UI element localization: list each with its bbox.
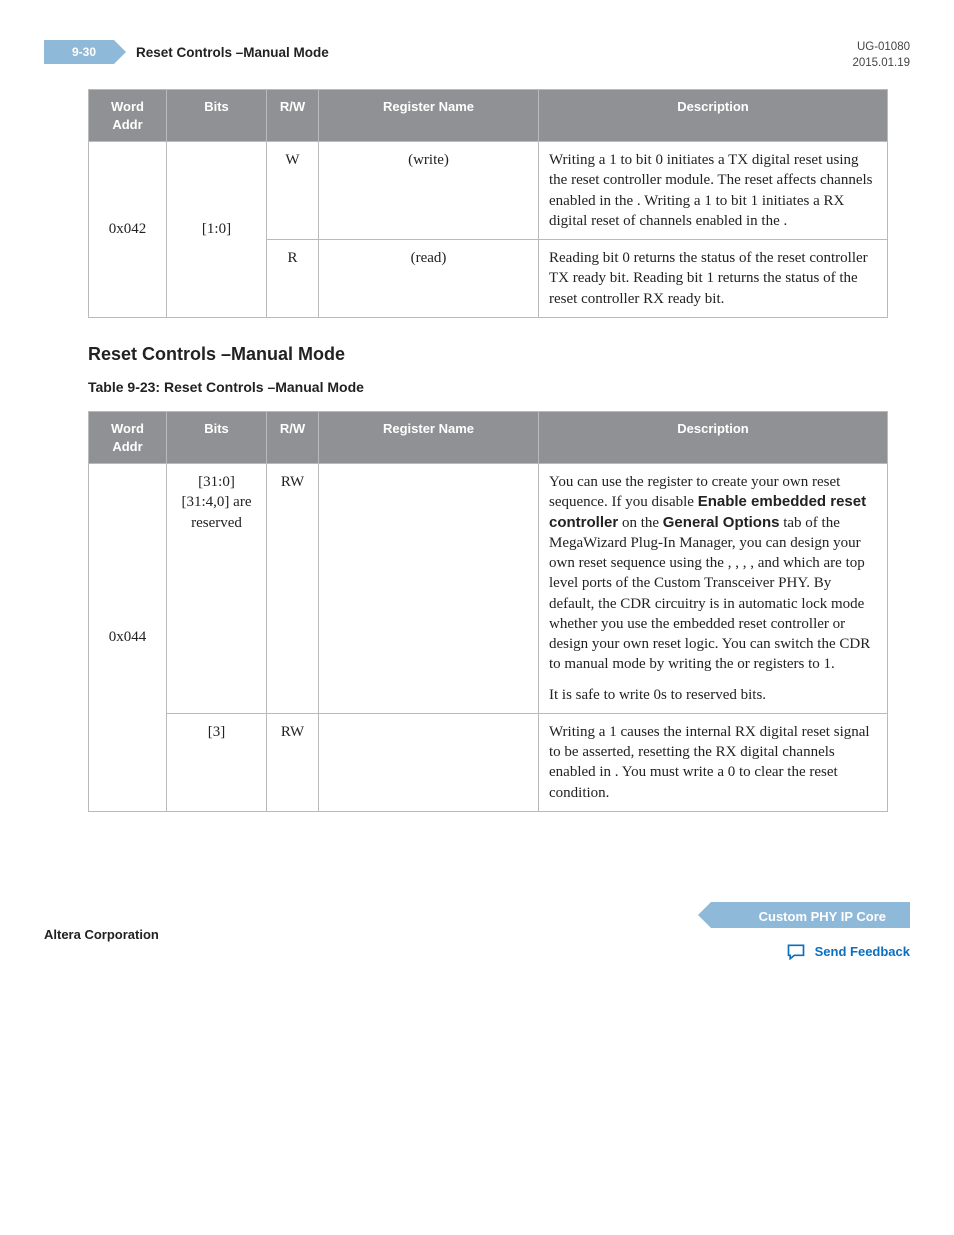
col-register-name: Register Name	[319, 90, 539, 142]
table-row: 0x042 [1:0] W (write) Writing a 1 to bit…	[89, 142, 888, 240]
table-row: 0x044 [31:0] [31:4,0] are reserved RW Yo…	[89, 464, 888, 714]
corporation-name: Altera Corporation	[44, 926, 159, 944]
col-description: Description	[539, 412, 888, 464]
section-heading: Reset Controls –Manual Mode	[88, 342, 910, 366]
cell-rw: RW	[267, 464, 319, 714]
page-header: 9-30 Reset Controls –Manual Mode UG-0108…	[44, 40, 910, 71]
col-word-addr: Word Addr	[89, 412, 167, 464]
cell-description: Writing a 1 causes the internal RX digit…	[539, 713, 888, 811]
cell-reg-name	[319, 713, 539, 811]
register-table-2: Word Addr Bits R/W Register Name Descrip…	[88, 411, 888, 812]
doc-date: 2015.01.19	[852, 56, 910, 72]
desc-text: You can use the	[549, 474, 644, 490]
cell-description: Writing a 1 to bit 0 initiates a TX digi…	[539, 142, 888, 240]
table-caption: Table 9-23: Reset Controls –Manual Mode	[88, 378, 910, 397]
cell-word-addr: 0x042	[89, 142, 167, 318]
desc-text: on the	[618, 515, 663, 531]
cell-description: You can use the register to create your …	[539, 464, 888, 714]
col-word-addr: Word Addr	[89, 90, 167, 142]
col-rw: R/W	[267, 90, 319, 142]
table-row: [3] RW Writing a 1 causes the internal R…	[89, 713, 888, 811]
cell-description: Reading bit 0 returns the status of the …	[539, 240, 888, 318]
register-table-1: Word Addr Bits R/W Register Name Descrip…	[88, 89, 888, 318]
footer-core-tab: Custom PHY IP Core	[711, 902, 910, 928]
cell-rw: RW	[267, 713, 319, 811]
cell-reg-name: (read)	[319, 240, 539, 318]
desc-safe-note: It is safe to write 0s to reserved bits.	[549, 685, 877, 705]
cell-bits: [3]	[167, 713, 267, 811]
feedback-icon	[785, 942, 807, 962]
col-rw: R/W	[267, 412, 319, 464]
feedback-label: Send Feedback	[815, 943, 910, 961]
cell-reg-name	[319, 464, 539, 714]
doc-meta: UG-01080 2015.01.19	[852, 40, 910, 71]
doc-id: UG-01080	[852, 40, 910, 56]
cell-bits: [31:0] [31:4,0] are reserved	[167, 464, 267, 714]
col-register-name: Register Name	[319, 412, 539, 464]
page-footer: Altera Corporation Custom PHY IP Core Se…	[44, 902, 910, 968]
page-number-tab: 9-30	[44, 40, 114, 64]
cell-reg-name: (write)	[319, 142, 539, 240]
desc-bold: General Options	[663, 514, 780, 531]
col-bits: Bits	[167, 90, 267, 142]
cell-bits: [1:0]	[167, 142, 267, 318]
desc-text: tab of the MegaWizard Plug-In Manager, y…	[549, 515, 870, 673]
cell-word-addr: 0x044	[89, 464, 167, 812]
col-bits: Bits	[167, 412, 267, 464]
send-feedback-link[interactable]: Send Feedback	[785, 942, 910, 962]
cell-rw: R	[267, 240, 319, 318]
header-section-title: Reset Controls –Manual Mode	[136, 40, 329, 62]
col-description: Description	[539, 90, 888, 142]
cell-rw: W	[267, 142, 319, 240]
